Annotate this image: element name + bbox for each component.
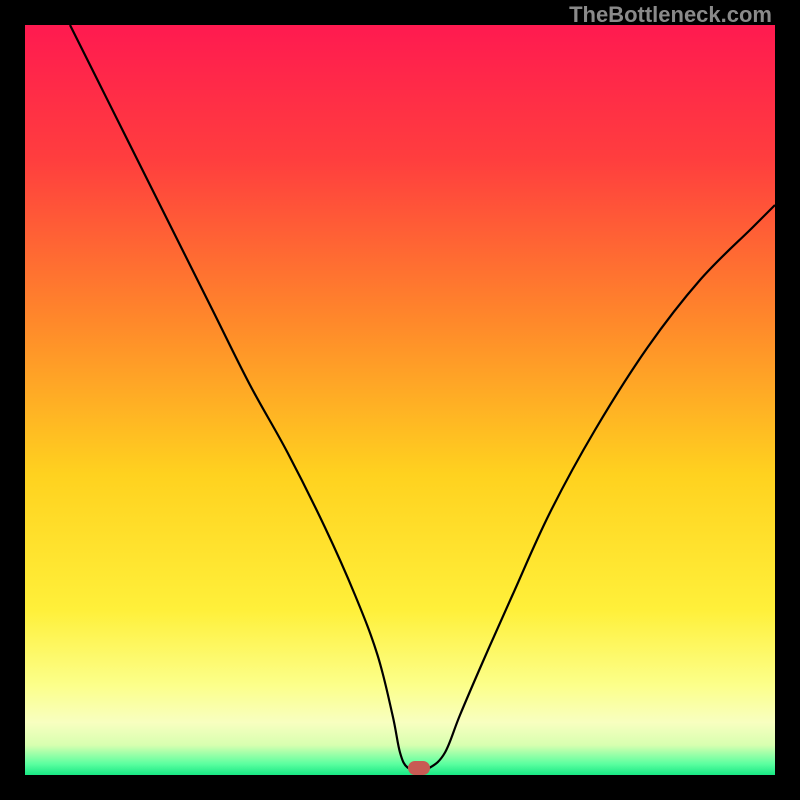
plot-area: [25, 25, 775, 775]
chart-background: [25, 25, 775, 775]
chart-frame: TheBottleneck.com: [0, 0, 800, 800]
chart-svg: [25, 25, 775, 775]
optimum-marker: [408, 761, 430, 775]
